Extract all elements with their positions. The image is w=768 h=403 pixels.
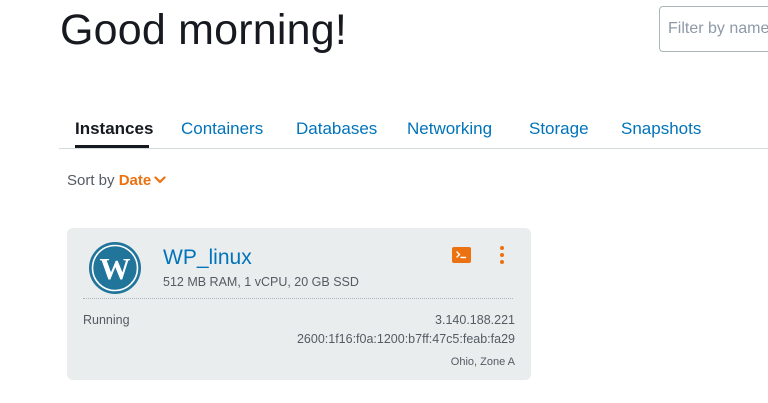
- instance-card: W WP_linux 512 MB RAM, 1 vCPU, 20 GB SSD…: [67, 228, 531, 380]
- tab-instances[interactable]: Instances: [75, 119, 153, 139]
- connect-terminal-button[interactable]: [452, 247, 471, 263]
- instance-ipv4: 3.140.188.221: [435, 313, 515, 327]
- dot-icon: [500, 253, 504, 257]
- page: Good morning! Instances Containers Datab…: [0, 0, 768, 403]
- svg-text:W: W: [100, 251, 131, 286]
- instance-zone: Ohio, Zone A: [450, 356, 515, 368]
- page-title: Good morning!: [60, 6, 348, 54]
- tab-networking[interactable]: Networking: [407, 119, 492, 139]
- dot-icon: [500, 260, 504, 264]
- instance-ipv6: 2600:1f16:f0a:1200:b7ff:47c5:feab:fa29: [296, 332, 515, 346]
- instance-name-link[interactable]: WP_linux: [163, 246, 252, 270]
- sort-control: Sort by Date: [67, 172, 166, 189]
- dot-icon: [500, 246, 504, 250]
- sort-value: Date: [118, 172, 152, 189]
- sort-dropdown[interactable]: Date: [119, 172, 167, 189]
- instance-status: Running: [83, 313, 130, 327]
- tab-storage[interactable]: Storage: [529, 119, 589, 139]
- tab-snapshots[interactable]: Snapshots: [621, 119, 701, 139]
- instance-specs: 512 MB RAM, 1 vCPU, 20 GB SSD: [163, 275, 359, 289]
- active-tab-indicator: [75, 145, 149, 148]
- tab-containers[interactable]: Containers: [181, 119, 263, 139]
- chevron-down-icon: [154, 175, 166, 183]
- sort-label: Sort by: [67, 172, 115, 189]
- terminal-icon: [456, 251, 467, 259]
- card-divider: [83, 298, 513, 299]
- tab-bar: Instances Containers Databases Networkin…: [59, 104, 768, 149]
- kebab-menu-button[interactable]: [497, 246, 507, 266]
- filter-input[interactable]: [659, 6, 768, 52]
- tab-databases[interactable]: Databases: [296, 119, 377, 139]
- wordpress-icon: W: [89, 242, 141, 294]
